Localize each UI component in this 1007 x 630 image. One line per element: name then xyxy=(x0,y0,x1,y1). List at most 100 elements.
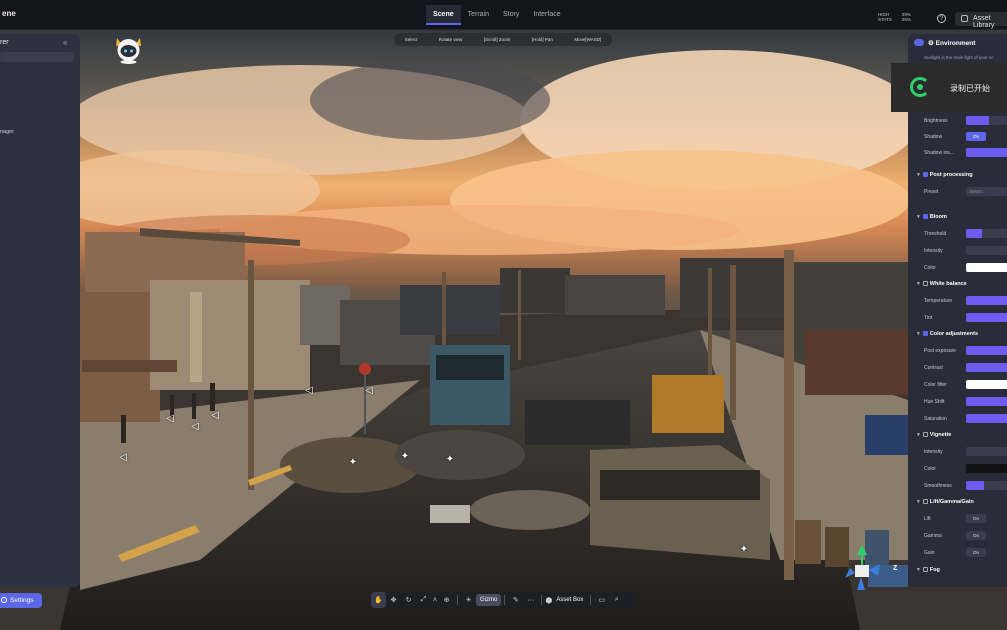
asset-library-button[interactable]: Asset Library xyxy=(955,12,1007,29)
temperature-slider[interactable] xyxy=(966,296,1007,305)
controls-hint-bar: Select Rotate view [Scroll] Zoom [Hold] … xyxy=(394,33,612,46)
shadow-on-button[interactable]: On xyxy=(966,132,986,141)
brightness-label: Brightness xyxy=(924,118,948,124)
section-title: White balance xyxy=(929,281,967,287)
contrast-slider[interactable] xyxy=(966,363,1007,372)
audio-emitter-icon[interactable]: ◁ xyxy=(208,409,222,423)
scale-tool-icon[interactable]: ⤢ xyxy=(416,592,431,608)
performance-stats: HIGH 29% STATS 26% xyxy=(878,12,911,22)
lift-label: Lift xyxy=(924,516,931,522)
hue-shift-label: Hue Shift xyxy=(924,399,945,405)
color-filter-label: Color filter xyxy=(924,382,947,388)
bloom-color-swatch[interactable] xyxy=(966,263,1007,272)
gizmo-center[interactable] xyxy=(855,565,869,577)
y-axis-arrow[interactable] xyxy=(857,545,867,555)
lift-on-button[interactable]: On xyxy=(966,514,986,523)
intensity-label: Intensity xyxy=(924,248,943,254)
light-icon[interactable]: ☀ xyxy=(461,592,476,608)
explorer-panel: rer « nager xyxy=(0,34,80,587)
post-exposure-slider[interactable] xyxy=(966,346,1007,355)
chevron-up-icon[interactable]: ˄ xyxy=(431,592,439,608)
checkbox-icon[interactable] xyxy=(922,499,928,505)
checkbox-icon[interactable] xyxy=(922,567,928,573)
help-button[interactable]: ? xyxy=(937,14,946,23)
vignette-color-swatch[interactable] xyxy=(966,464,1007,473)
brightness-slider[interactable] xyxy=(966,116,1007,125)
assistant-avatar-icon[interactable] xyxy=(113,36,144,64)
lift-gamma-gain-section[interactable]: ▾ Lift/Gamma/Gain xyxy=(917,499,974,505)
vignette-color-label: Color xyxy=(924,466,936,472)
tint-label: Tint xyxy=(924,315,933,321)
axis-gizmo[interactable] xyxy=(840,540,910,600)
hue-shift-slider[interactable] xyxy=(966,397,1007,406)
particle-emitter-icon[interactable]: ✦ xyxy=(443,453,457,467)
asset-library-label: Asset Library xyxy=(973,15,995,29)
editor-root: ◁ ◁ ◁ ◁ ◁ ◁ ✦ ✦ ✦ ✦ ene Scene Terrain St… xyxy=(0,0,1007,630)
tree-item[interactable]: nager xyxy=(0,129,14,135)
environment-title: Environment xyxy=(935,40,976,47)
move-tool-icon[interactable]: ✥ xyxy=(386,592,401,608)
saturation-label: Saturation xyxy=(924,416,947,422)
audio-emitter-icon[interactable]: ◁ xyxy=(302,384,316,398)
gain-on-button[interactable]: On xyxy=(966,548,986,557)
particle-emitter-icon[interactable]: ✦ xyxy=(737,543,751,557)
scene-viewport[interactable]: ◁ ◁ ◁ ◁ ◁ ◁ ✦ ✦ ✦ ✦ xyxy=(0,0,1007,630)
particle-emitter-icon[interactable]: ✦ xyxy=(398,450,412,464)
intensity-slider[interactable] xyxy=(966,246,1007,255)
asset-box-button[interactable]: ⬢ Asset Box xyxy=(545,592,587,608)
bloom-section[interactable]: ▾ Bloom xyxy=(917,214,947,220)
search-icon[interactable]: ⌕ xyxy=(609,592,624,608)
tab-scene[interactable]: Scene xyxy=(426,5,461,25)
fog-section[interactable]: ▾ Fog xyxy=(917,567,940,573)
environment-toggle[interactable] xyxy=(914,39,924,46)
audio-emitter-icon[interactable]: ◁ xyxy=(163,412,177,426)
settings-button[interactable]: Settings xyxy=(0,593,42,608)
temperature-label: Temperature xyxy=(924,298,953,304)
checkbox-icon[interactable] xyxy=(922,214,928,220)
color-adjustments-section[interactable]: ▾ Color adjustments xyxy=(917,331,978,337)
stat-value: 26% xyxy=(901,17,911,22)
brush-icon[interactable]: ✎ xyxy=(508,592,523,608)
preset-select[interactable]: Select... xyxy=(966,187,1007,196)
search-input[interactable] xyxy=(0,52,74,62)
vignette-section[interactable]: ▾ Vignette xyxy=(917,432,951,438)
divider xyxy=(504,595,506,605)
smoothness-slider[interactable] xyxy=(966,481,1007,490)
post-processing-section[interactable]: ▾ Post processing xyxy=(917,172,973,178)
tint-slider[interactable] xyxy=(966,313,1007,322)
saturation-slider[interactable] xyxy=(966,414,1007,423)
threshold-label: Threshold xyxy=(924,231,947,237)
z-axis-arrow[interactable] xyxy=(869,564,880,576)
folder-icon[interactable]: ▭ xyxy=(594,592,609,608)
audio-emitter-icon[interactable]: ◁ xyxy=(116,451,130,465)
bottom-toolbar: ✋ ✥ ↻ ⤢ ˄ ⊕ ☀ Gizmo ✎ ··· ⬢ Asset Box ▭ … xyxy=(371,592,636,608)
more-icon[interactable]: ··· xyxy=(523,592,538,608)
threshold-slider[interactable] xyxy=(966,229,1007,238)
vignette-intensity-slider[interactable] xyxy=(966,447,1007,456)
rotate-tool-icon[interactable]: ↻ xyxy=(401,592,416,608)
shadow-intensity-label: Shadow ins... xyxy=(924,150,955,156)
shadow-intensity-slider[interactable] xyxy=(966,148,1007,157)
settings-label: Settings xyxy=(10,597,34,604)
tab-interface[interactable]: Interface xyxy=(526,5,567,25)
color-filter-swatch[interactable] xyxy=(966,380,1007,389)
particle-emitter-icon[interactable]: ✦ xyxy=(346,456,360,470)
checkbox-icon[interactable] xyxy=(922,331,928,337)
collapse-icon[interactable]: « xyxy=(63,38,67,47)
z-axis-label: Z xyxy=(893,565,898,572)
mode-tabs: Scene Terrain Story Interface xyxy=(426,5,568,25)
global-icon[interactable]: ⊕ xyxy=(439,592,454,608)
tab-terrain[interactable]: Terrain xyxy=(461,5,496,25)
audio-emitter-icon[interactable]: ◁ xyxy=(188,420,202,434)
hand-tool-icon[interactable]: ✋ xyxy=(371,592,386,608)
white-balance-section[interactable]: ▾ White balance xyxy=(917,281,967,287)
gizmo-button[interactable]: Gizmo xyxy=(476,594,502,606)
recording-text: 录制已开始 xyxy=(950,84,990,93)
checkbox-icon[interactable] xyxy=(922,281,928,287)
hint-select: Select xyxy=(404,37,418,42)
audio-emitter-icon[interactable]: ◁ xyxy=(362,384,376,398)
checkbox-icon[interactable] xyxy=(922,432,928,438)
checkbox-icon[interactable] xyxy=(922,172,928,178)
gamma-on-button[interactable]: On xyxy=(966,531,986,540)
tab-story[interactable]: Story xyxy=(496,5,526,25)
